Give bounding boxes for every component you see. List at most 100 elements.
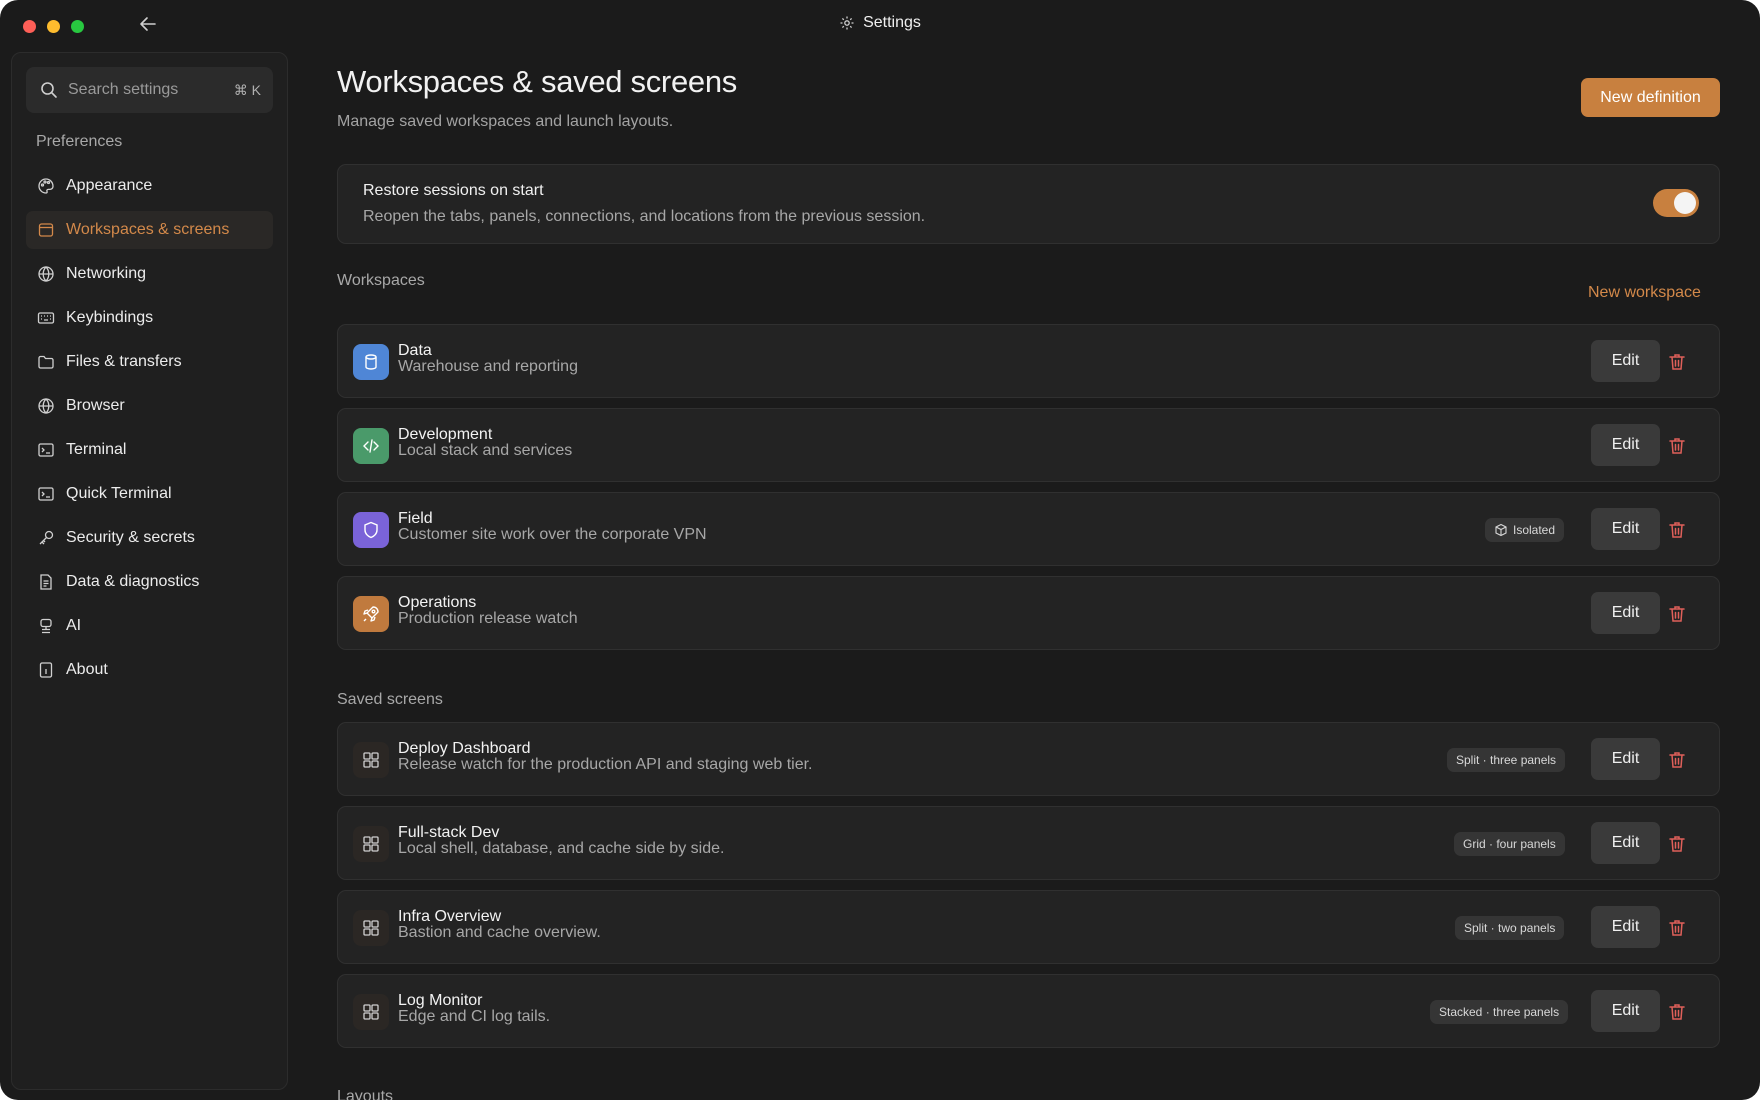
new-workspace-button[interactable]: New workspace [1588, 284, 1701, 302]
isolated-badge: Isolated [1485, 518, 1565, 542]
saved-screen-description: Bastion and cache overview. [398, 924, 601, 941]
titlebar: Settings [0, 0, 1760, 50]
sidebar-item-files[interactable]: Files & transfers [26, 343, 273, 381]
new-definition-button[interactable]: New definition [1581, 78, 1720, 117]
edit-button[interactable]: Edit [1591, 424, 1660, 466]
layouts-section-label: Layouts [337, 1088, 394, 1100]
badge-label: Split · two panels [1464, 921, 1556, 935]
badge-label: Split · three panels [1456, 753, 1557, 767]
palette-icon [36, 176, 56, 196]
workspace-description: Warehouse and reporting [398, 358, 578, 375]
sidebar-item-quick-terminal[interactable]: Quick Terminal [26, 475, 273, 513]
sidebar-item-security[interactable]: Security & secrets [26, 519, 273, 557]
sidebar-item-keybindings[interactable]: Keybindings [26, 299, 273, 337]
badge-label: Isolated [1513, 523, 1556, 537]
sidebar-nav: Appearance Workspaces & screens Networki… [26, 167, 273, 695]
edit-button[interactable]: Edit [1591, 822, 1660, 864]
sidebar-item-label: Workspaces & screens [66, 221, 230, 238]
shield-icon [353, 512, 389, 548]
sidebar-item-appearance[interactable]: Appearance [26, 167, 273, 205]
restore-sessions-description: Reopen the tabs, panels, connections, an… [363, 208, 926, 225]
search-input[interactable] [68, 81, 218, 99]
trash-icon[interactable] [1668, 436, 1686, 456]
sidebar-item-about[interactable]: About [26, 651, 273, 689]
workspace-description: Local stack and services [398, 442, 573, 459]
badge-label: Stacked · three panels [1439, 1005, 1560, 1019]
workspace-row[interactable]: Development Local stack and services Edi… [337, 408, 1720, 482]
search-shortcut: ⌘ K [233, 81, 261, 98]
info-icon [36, 660, 56, 680]
sidebar-item-terminal[interactable]: Terminal [26, 431, 273, 469]
layout-badge: Grid · four panels [1454, 832, 1565, 856]
badge-label: Grid · four panels [1463, 837, 1556, 851]
sidebar-item-label: Appearance [66, 177, 153, 194]
workspace-row[interactable]: Data Warehouse and reporting Edit [337, 324, 1720, 398]
trash-icon[interactable] [1668, 604, 1686, 624]
trash-icon[interactable] [1668, 834, 1686, 854]
sidebar-item-workspaces[interactable]: Workspaces & screens [26, 211, 273, 249]
sidebar-item-networking[interactable]: Networking [26, 255, 273, 293]
sidebar: ⌘ K Preferences Appearance Workspaces & … [11, 52, 288, 1090]
grid-icon [353, 910, 389, 946]
sidebar-heading: Preferences [36, 133, 123, 150]
terminal-icon [36, 484, 56, 504]
sidebar-item-label: About [66, 661, 108, 678]
edit-button[interactable]: Edit [1591, 340, 1660, 382]
saved-screen-description: Local shell, database, and cache side by… [398, 840, 725, 857]
sidebar-item-data-diagnostics[interactable]: Data & diagnostics [26, 563, 273, 601]
sidebar-item-browser[interactable]: Browser [26, 387, 273, 425]
search-box[interactable]: ⌘ K [26, 67, 273, 113]
edit-button[interactable]: Edit [1591, 990, 1660, 1032]
edit-button[interactable]: Edit [1591, 508, 1660, 550]
sidebar-item-label: Quick Terminal [66, 485, 172, 502]
search-icon [41, 82, 57, 98]
workspace-row[interactable]: Operations Production release watch Edit [337, 576, 1720, 650]
sidebar-item-label: Networking [66, 265, 147, 282]
saved-screen-row[interactable]: Infra Overview Bastion and cache overvie… [337, 890, 1720, 964]
grid-icon [353, 742, 389, 778]
key-icon [36, 528, 56, 548]
trash-icon[interactable] [1668, 352, 1686, 372]
folder-icon [36, 352, 56, 372]
trash-icon[interactable] [1668, 1002, 1686, 1022]
sidebar-item-label: Files & transfers [66, 353, 182, 370]
trash-icon[interactable] [1668, 918, 1686, 938]
saved-screen-row[interactable]: Deploy Dashboard Release watch for the p… [337, 722, 1720, 796]
window-icon [36, 220, 56, 240]
restore-sessions-toggle[interactable] [1653, 189, 1699, 217]
terminal-icon [36, 440, 56, 460]
settings-window: Settings ⌘ K Preferences Appearance Work… [0, 0, 1760, 1100]
globe-icon [36, 264, 56, 284]
robot-icon [36, 616, 56, 636]
saved-screen-row[interactable]: Log Monitor Edge and CI log tails. Stack… [337, 974, 1720, 1048]
sidebar-item-label: AI [66, 617, 82, 634]
sidebar-item-label: Keybindings [66, 309, 154, 326]
workspace-description: Customer site work over the corporate VP… [398, 526, 707, 543]
toggle-knob [1674, 192, 1696, 214]
rocket-icon [353, 596, 389, 632]
trash-icon[interactable] [1668, 750, 1686, 770]
grid-icon [353, 994, 389, 1030]
layout-badge: Split · two panels [1455, 916, 1565, 940]
sidebar-item-ai[interactable]: AI [26, 607, 273, 645]
sidebar-item-label: Data & diagnostics [66, 573, 200, 590]
box-icon [1495, 523, 1507, 537]
window-title-text: Settings [863, 14, 921, 31]
workspace-row[interactable]: Field Customer site work over the corpor… [337, 492, 1720, 566]
code-icon [353, 428, 389, 464]
edit-button[interactable]: Edit [1591, 906, 1660, 948]
workspaces-section-label: Workspaces [337, 272, 425, 289]
keyboard-icon [36, 308, 56, 328]
globe-icon [36, 396, 56, 416]
trash-icon[interactable] [1668, 520, 1686, 540]
grid-icon [353, 826, 389, 862]
sidebar-item-label: Browser [66, 397, 125, 414]
gear-icon [840, 16, 854, 30]
restore-sessions-card: Restore sessions on start Reopen the tab… [337, 164, 1720, 244]
edit-button[interactable]: Edit [1591, 738, 1660, 780]
layout-badge: Split · three panels [1447, 748, 1566, 772]
edit-button[interactable]: Edit [1591, 592, 1660, 634]
workspace-description: Production release watch [398, 610, 578, 627]
saved-screen-row[interactable]: Full-stack Dev Local shell, database, an… [337, 806, 1720, 880]
main-content: Workspaces & saved screens Manage saved … [288, 50, 1760, 1100]
